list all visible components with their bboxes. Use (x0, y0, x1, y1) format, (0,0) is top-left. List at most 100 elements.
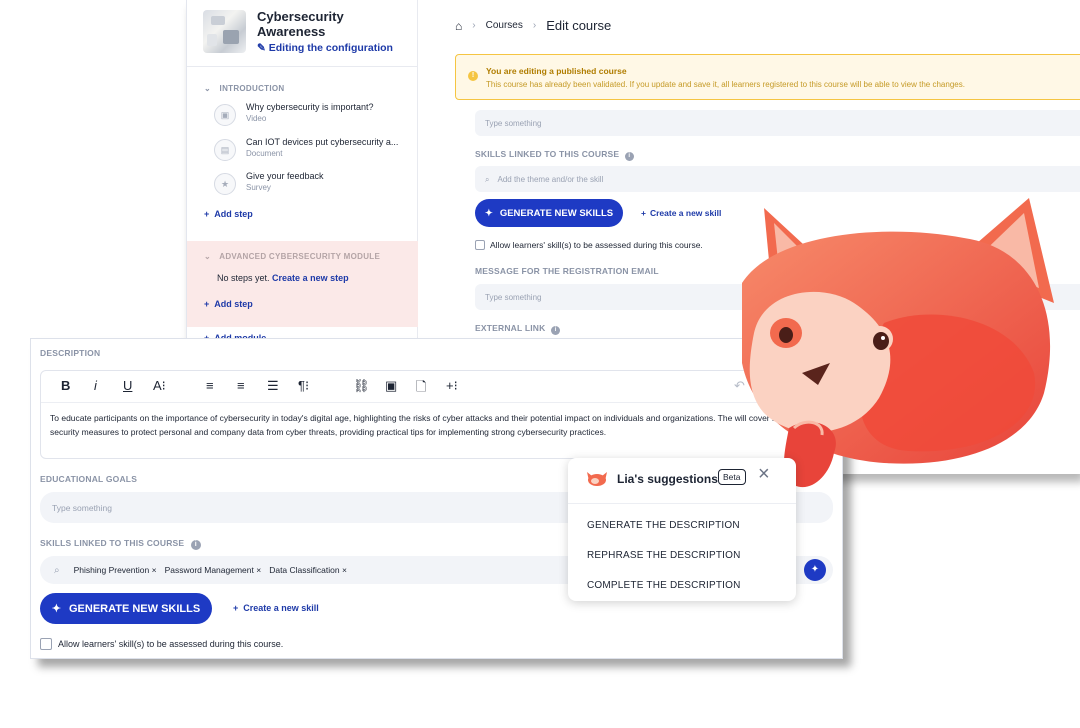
description-editor[interactable]: B i U A⁝ ≡ ≡ ☰ ¶⁝ ⛓ ▣ 🗋 +⁝ ↶ To educate … (40, 370, 833, 459)
module-header-introduction[interactable]: ⌄ INTRODUCTION (204, 84, 284, 93)
info-icon: i (624, 152, 634, 161)
underline-icon[interactable]: U (123, 378, 132, 393)
home-icon[interactable]: ⌂ (455, 19, 462, 33)
assess-label: Allow learners' skill(s) to be assessed … (58, 639, 284, 649)
info-icon: i (190, 540, 201, 550)
skill-chip[interactable]: Phishing Prevention × (74, 565, 157, 575)
no-steps-label: No steps yet. (217, 273, 270, 283)
insert-more-icon[interactable]: +⁝ (446, 378, 458, 394)
breadcrumb-current: Edit course (546, 18, 612, 33)
email-label: MESSAGE FOR THE REGISTRATION EMAIL (475, 266, 659, 276)
suggestions-title: Lia's suggestions (617, 472, 718, 486)
remove-icon[interactable]: × (152, 565, 157, 575)
chevron-down-icon: ⌄ (204, 252, 212, 261)
generate-skills-button[interactable]: ✦ GENERATE NEW SKILLS (40, 593, 212, 624)
assess-checkbox[interactable] (475, 240, 485, 250)
close-icon[interactable]: × (758, 463, 770, 486)
step-type: Video (246, 114, 267, 123)
create-skill-link[interactable]: + Create a new skill (641, 208, 721, 218)
create-skill-label: Create a new skill (243, 603, 319, 613)
plus-icon: + (641, 208, 646, 218)
video-icon: ▣ (214, 104, 236, 126)
published-warning: ! You are editing a published course Thi… (455, 54, 1080, 100)
add-step-button[interactable]: + Add step (204, 299, 253, 309)
bold-icon[interactable]: B (61, 378, 70, 393)
ai-assistant-button[interactable]: ✦ (804, 559, 826, 581)
course-thumbnail (203, 10, 246, 53)
lia-suggestions-popover: Lia's suggestions Beta × GENERATE THE DE… (568, 458, 796, 601)
module-advanced: ⌄ ADVANCED CYBERSECURITY MODULE No steps… (187, 241, 418, 327)
step-title: Can IOT devices put cybersecurity a... (246, 137, 399, 147)
assess-option: Allow learners' skill(s) to be assessed … (475, 240, 703, 250)
mascot-left-eye (779, 327, 793, 343)
breadcrumb-courses[interactable]: Courses (486, 20, 523, 31)
step-type: Survey (246, 183, 271, 192)
align-left-icon[interactable]: ≡ (206, 378, 214, 393)
assess-label: Allow learners' skill(s) to be assessed … (490, 240, 703, 250)
skills-label: SKILLS LINKED TO THIS COURSE (40, 538, 185, 548)
beta-badge: Beta (718, 469, 746, 485)
star-icon: ★ (214, 173, 236, 195)
skill-chip-label: Data Classification (269, 565, 340, 575)
description-label: DESCRIPTION (40, 348, 101, 358)
search-icon: ⌕ (485, 175, 490, 184)
generate-skills-label: GENERATE NEW SKILLS (499, 207, 614, 219)
skill-chip-label: Phishing Prevention (73, 565, 150, 575)
course-header: Cybersecurity Awareness ✎ Editing the co… (187, 0, 418, 67)
external-link-section-label: EXTERNAL LINK i (475, 323, 561, 335)
skill-chip[interactable]: Data Classification × (269, 565, 347, 575)
skill-chip[interactable]: Password Management × (165, 565, 262, 575)
mascot-right-eye (873, 332, 889, 350)
add-step-button[interactable]: + Add step (204, 209, 253, 219)
image-icon[interactable]: ▣ (385, 378, 397, 394)
description-text[interactable]: To educate participants on the importanc… (50, 411, 810, 439)
create-step-link[interactable]: Create a new step (272, 273, 349, 283)
create-skill-link[interactable]: + Create a new skill (233, 603, 319, 613)
chevron-right-icon: › (532, 20, 537, 31)
module-header-advanced[interactable]: ⌄ ADVANCED CYBERSECURITY MODULE (204, 252, 380, 261)
align-center-icon[interactable]: ≡ (237, 378, 245, 393)
search-icon: ⌕ (54, 564, 60, 576)
goals-input[interactable]: Type something (475, 110, 1080, 136)
plus-icon: + (204, 299, 210, 309)
fox-icon (586, 470, 608, 486)
remove-icon[interactable]: × (256, 565, 261, 575)
educational-goals-label: EDUCATIONAL GOALS (40, 474, 138, 484)
front-skills-section-label: SKILLS LINKED TO THIS COURSE i (40, 538, 201, 550)
module-title: ADVANCED CYBERSECURITY MODULE (219, 252, 381, 261)
skills-label: SKILLS LINKED TO THIS COURSE (475, 149, 620, 159)
list-icon[interactable]: ☰ (267, 378, 279, 394)
suggestion-complete-description[interactable]: COMPLETE THE DESCRIPTION (587, 580, 741, 591)
skills-section-label: SKILLS LINKED TO THIS COURSE i (475, 149, 634, 161)
step-title: Give your feedback (246, 171, 324, 181)
skills-search-input[interactable]: ⌕ Add the theme and/or the skill (475, 166, 1080, 192)
empty-module-text: No steps yet. Create a new step (217, 273, 349, 283)
edit-configuration-link[interactable]: ✎ Editing the configuration (257, 42, 393, 54)
step-type: Document (246, 149, 283, 158)
remove-icon[interactable]: × (342, 565, 347, 575)
chevron-right-icon: › (472, 20, 476, 31)
assess-checkbox[interactable] (40, 638, 52, 650)
warning-title: You are editing a published course (486, 66, 627, 76)
plus-icon: + (204, 209, 210, 219)
step-title: Why cybersecurity is important? (246, 102, 374, 112)
fox-mascot-illustration (742, 198, 1054, 488)
generate-skills-button[interactable]: ✦ GENERATE NEW SKILLS (475, 199, 623, 227)
info-icon: i (551, 326, 561, 335)
paragraph-icon[interactable]: ¶⁝ (298, 378, 309, 394)
create-skill-label: Create a new skill (649, 208, 722, 218)
add-step-label: Add step (214, 299, 253, 309)
course-title: Cybersecurity Awareness (257, 9, 344, 39)
suggestion-rephrase-description[interactable]: REPHRASE THE DESCRIPTION (587, 550, 741, 561)
file-icon[interactable]: 🗋 (416, 378, 426, 400)
chevron-down-icon: ⌄ (204, 84, 212, 93)
warning-text: This course has already been validated. … (486, 80, 965, 89)
skill-chip-label: Password Management (164, 565, 254, 575)
generate-skills-label: GENERATE NEW SKILLS (69, 602, 201, 615)
link-icon[interactable]: ⛓ (353, 378, 370, 394)
document-icon: ▤ (214, 139, 236, 161)
pencil-icon: ✎ (257, 42, 266, 54)
text-size-icon[interactable]: A⁝ (153, 378, 166, 394)
suggestion-generate-description[interactable]: GENERATE THE DESCRIPTION (587, 520, 740, 531)
italic-icon[interactable]: i (94, 378, 97, 393)
